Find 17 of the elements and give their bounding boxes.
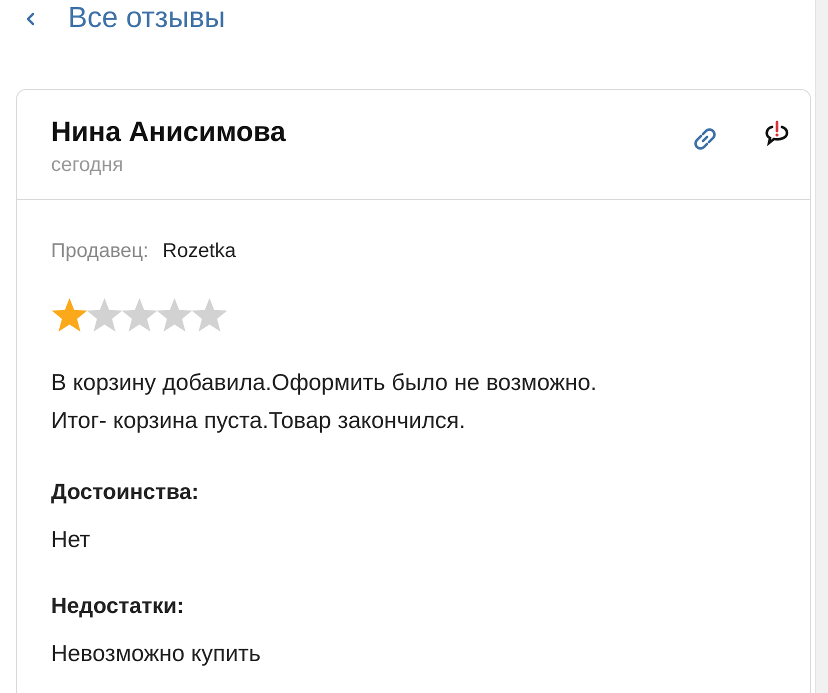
star-icon (191, 297, 228, 333)
star-icon (51, 297, 88, 333)
back-chevron-icon[interactable] (26, 12, 36, 26)
author-name: Нина Анисимова (51, 116, 287, 148)
scrollbar[interactable] (815, 0, 828, 693)
review-date: сегодня (51, 154, 124, 177)
seller-label: Продавец: (51, 240, 149, 263)
section-text: Нет (51, 526, 92, 553)
star-icon (86, 297, 123, 333)
back-link[interactable]: Все отзывы (68, 2, 226, 35)
star-icon (121, 297, 158, 333)
section-title: Недостатки: (51, 593, 186, 619)
review-text: В корзину добавила.Оформить было не возможно. Итог- корзина пуста.Товар закончился. (51, 368, 598, 435)
section-title: Достоинства: (51, 479, 200, 505)
seller-name: Rozetka (162, 240, 236, 263)
star-icon (156, 297, 193, 333)
section-text: Невозможно купить (51, 640, 262, 667)
